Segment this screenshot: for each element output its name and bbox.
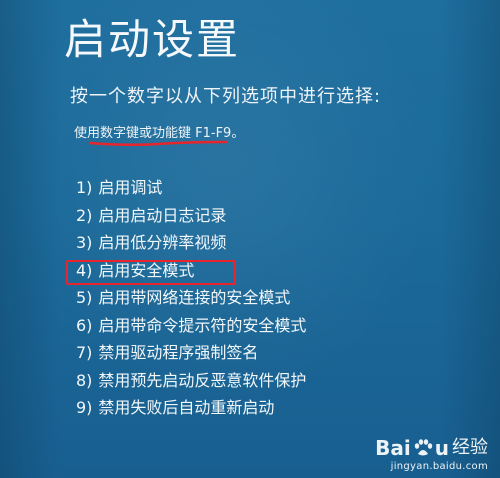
- option-number: 3): [76, 233, 93, 252]
- red-highlight-box-annotation: [66, 260, 236, 285]
- watermark-sub: 经验: [452, 437, 488, 458]
- option-disable-early-antimalware[interactable]: 8) 禁用预先启动反恶意软件保护: [76, 371, 306, 399]
- option-disable-auto-restart[interactable]: 9) 禁用失败后自动重新启动: [76, 398, 306, 426]
- page-title: 启动设置: [64, 15, 241, 64]
- option-label: 禁用驱动程序强制签名: [98, 343, 259, 362]
- option-number: 5): [76, 288, 93, 307]
- option-label: 启用低分辨率视频: [98, 233, 227, 252]
- watermark-url: jingyan.baidu.com: [390, 461, 488, 472]
- baidu-jingyan-watermark: Bai u 经验 jingyan.baidu.com: [375, 437, 488, 472]
- option-number: 9): [76, 398, 93, 417]
- option-number: 8): [76, 370, 93, 390]
- boot-options-list: 1) 启用调试 2) 启用启动日志记录 3) 启用低分辨率视频 4) 启用安全模式 5)…: [76, 178, 306, 426]
- option-enable-boot-logging[interactable]: 2) 启用启动日志记录: [76, 206, 306, 234]
- option-safe-mode-networking[interactable]: 5) 启用带网络连接的安全模式: [76, 288, 306, 316]
- watermark-brand-right: u: [434, 436, 449, 460]
- option-enable-low-resolution-video[interactable]: 3) 启用低分辨率视频: [76, 233, 306, 261]
- option-label: 启用带命令提示符的安全模式: [98, 315, 307, 335]
- page-subtitle: 按一个数字以从下列选项中进行选择:: [70, 86, 382, 107]
- watermark-brand-left: Bai: [375, 436, 411, 460]
- option-disable-driver-signature[interactable]: 7) 禁用驱动程序强制签名: [76, 343, 306, 371]
- option-label: 启用调试: [98, 178, 163, 197]
- option-label: 启用启动日志记录: [98, 205, 227, 225]
- option-enable-debugging[interactable]: 1) 启用调试: [76, 178, 306, 206]
- option-safe-mode-command-prompt[interactable]: 6) 启用带命令提示符的安全模式: [76, 316, 306, 344]
- option-number: 6): [76, 315, 93, 335]
- watermark-logo: Bai u 经验: [375, 437, 488, 459]
- option-label: 禁用失败后自动重新启动: [98, 398, 275, 417]
- paw-icon: [414, 439, 432, 456]
- option-number: 1): [76, 178, 93, 197]
- boot-settings-screen: 启动设置 按一个数字以从下列选项中进行选择: 使用数字键或功能键 F1-F9。 …: [0, 0, 500, 478]
- option-number: 2): [76, 205, 93, 225]
- red-underline-annotation: [88, 140, 228, 147]
- option-number: 7): [76, 343, 93, 362]
- option-label: 启用带网络连接的安全模式: [98, 288, 291, 307]
- option-label: 禁用预先启动反恶意软件保护: [98, 370, 307, 390]
